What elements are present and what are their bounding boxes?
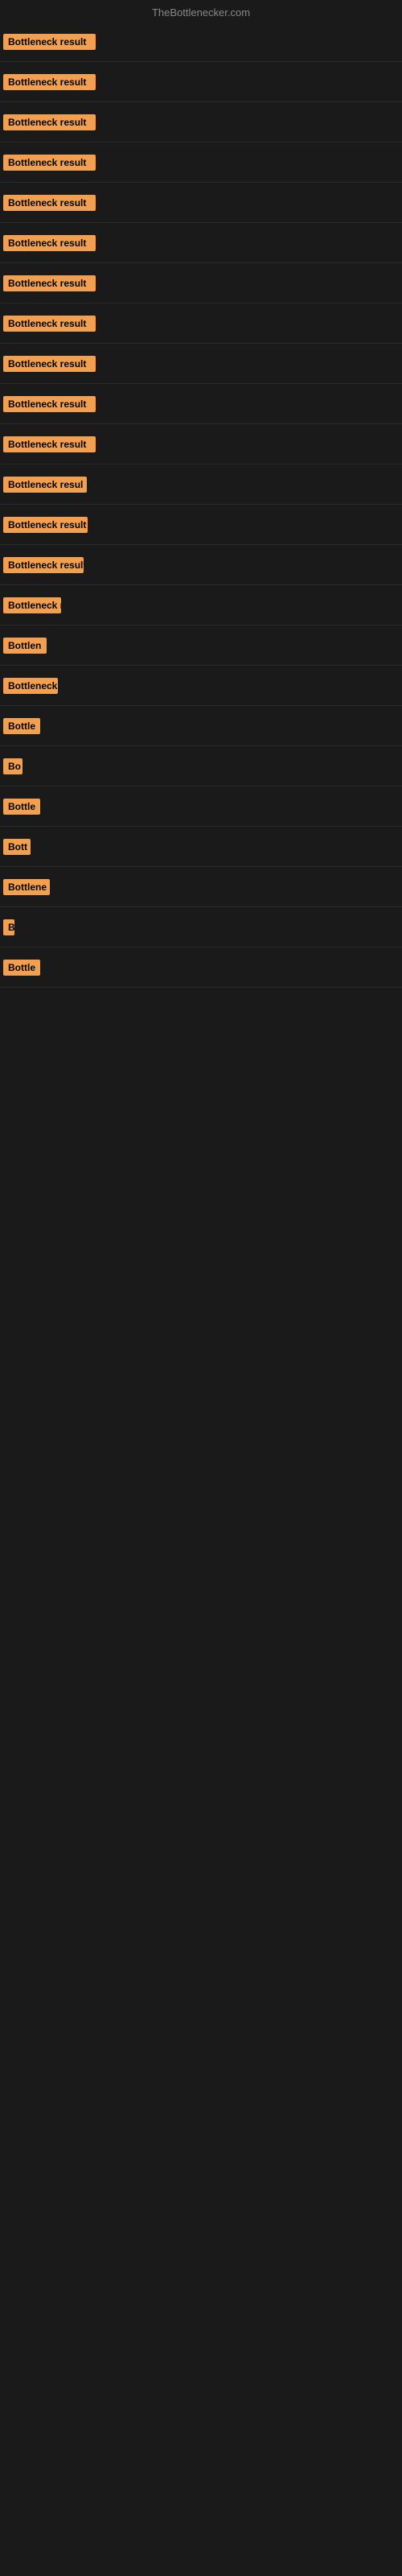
bottleneck-result-badge[interactable]: Bottleneck result bbox=[3, 34, 96, 50]
list-item: Bottleneck result bbox=[0, 263, 402, 303]
bottleneck-result-badge[interactable]: Bottle bbox=[3, 718, 40, 734]
list-item: B bbox=[0, 907, 402, 947]
list-item: Bottleneck result bbox=[0, 62, 402, 102]
bottleneck-result-badge[interactable]: Bottleneck r bbox=[3, 597, 61, 613]
list-item: Bott bbox=[0, 827, 402, 867]
list-item: Bo bbox=[0, 746, 402, 786]
list-item: Bottle bbox=[0, 947, 402, 988]
list-item: Bottleneck result bbox=[0, 545, 402, 585]
bottleneck-result-badge[interactable]: Bottleneck resul bbox=[3, 477, 87, 493]
bottleneck-result-badge[interactable]: Bottleneck result bbox=[3, 356, 96, 372]
bottleneck-result-badge[interactable]: Bottleneck result bbox=[3, 436, 96, 452]
list-item: Bottleneck result bbox=[0, 505, 402, 545]
list-item: Bottleneck result bbox=[0, 22, 402, 62]
list-item: Bottleneck result bbox=[0, 424, 402, 464]
bottleneck-result-badge[interactable]: Bottleneck result bbox=[3, 155, 96, 171]
list-item: Bottlen bbox=[0, 625, 402, 666]
list-item: Bottle bbox=[0, 706, 402, 746]
list-item: Bottleneck result bbox=[0, 223, 402, 263]
list-item: Bottleneck r bbox=[0, 585, 402, 625]
bottleneck-result-badge[interactable]: Bottleneck result bbox=[3, 517, 88, 533]
bottleneck-result-badge[interactable]: Bottleneck result bbox=[3, 114, 96, 130]
site-name: TheBottlenecker.com bbox=[152, 6, 250, 19]
bottleneck-result-badge[interactable]: Bottlene bbox=[3, 879, 50, 895]
bottleneck-result-badge[interactable]: Bottle bbox=[3, 799, 40, 815]
bottleneck-result-badge[interactable]: Bo bbox=[3, 758, 23, 774]
list-item: Bottleneck resul bbox=[0, 464, 402, 505]
bottleneck-result-badge[interactable]: Bottle bbox=[3, 960, 40, 976]
list-item: Bottleneck result bbox=[0, 102, 402, 142]
list-item: Bottleneck result bbox=[0, 384, 402, 424]
bottleneck-result-badge[interactable]: B bbox=[3, 919, 14, 935]
bottleneck-result-badge[interactable]: Bottleneck result bbox=[3, 235, 96, 251]
bottleneck-result-badge[interactable]: Bott bbox=[3, 839, 31, 855]
bottleneck-result-badge[interactable]: Bottleneck result bbox=[3, 195, 96, 211]
list-item: Bottleneck result bbox=[0, 183, 402, 223]
bottleneck-result-badge[interactable]: Bottleneck result bbox=[3, 316, 96, 332]
bottleneck-result-badge[interactable]: Bottlen bbox=[3, 638, 47, 654]
bottleneck-result-badge[interactable]: Bottleneck result bbox=[3, 275, 96, 291]
bottleneck-result-badge[interactable]: Bottleneck result bbox=[3, 396, 96, 412]
bottleneck-result-badge[interactable]: Bottleneck bbox=[3, 678, 58, 694]
site-header: TheBottlenecker.com bbox=[0, 0, 402, 22]
list-item: Bottleneck result bbox=[0, 344, 402, 384]
list-item: Bottleneck result bbox=[0, 303, 402, 344]
bottleneck-result-badge[interactable]: Bottleneck result bbox=[3, 557, 84, 573]
list-item: Bottlene bbox=[0, 867, 402, 907]
list-item: Bottle bbox=[0, 786, 402, 827]
list-item: Bottleneck bbox=[0, 666, 402, 706]
list-item: Bottleneck result bbox=[0, 142, 402, 183]
bottleneck-result-badge[interactable]: Bottleneck result bbox=[3, 74, 96, 90]
